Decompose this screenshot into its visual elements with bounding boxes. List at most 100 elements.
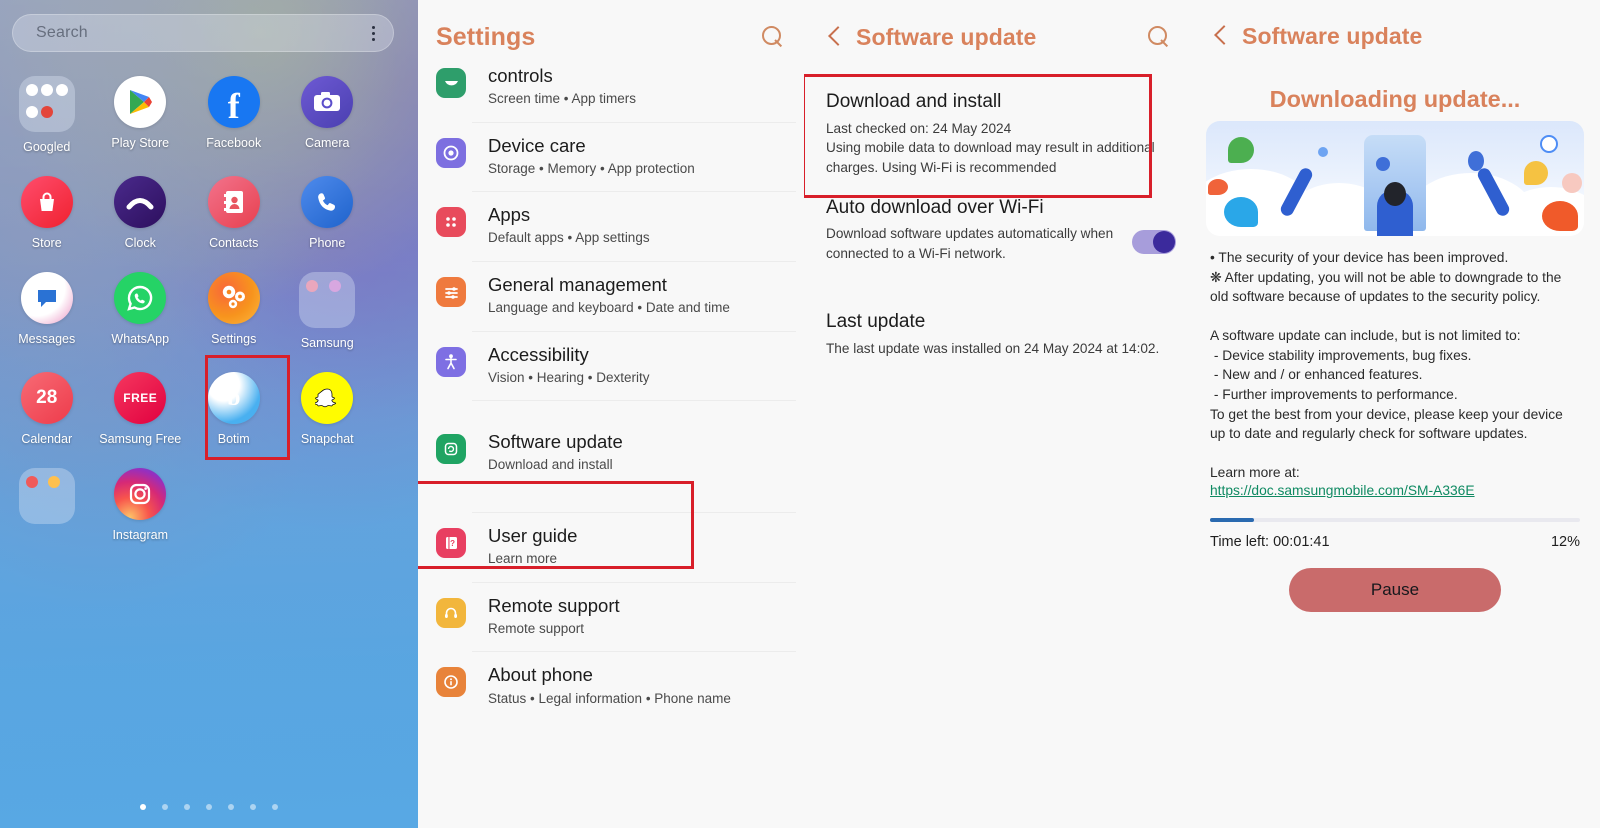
- settings-row-text: About phone Status • Legal information •…: [488, 663, 731, 707]
- app-icon-samsung-free[interactable]: FREE Samsung Free: [94, 372, 188, 446]
- software-update-panel: Software update Download and install Las…: [804, 0, 1190, 828]
- app-icon-camera[interactable]: Camera: [281, 76, 375, 154]
- app-icon-whatsapp[interactable]: WhatsApp: [94, 272, 188, 350]
- app-icon-facebook[interactable]: f Facebook: [187, 76, 281, 154]
- messages-icon: [20, 272, 73, 324]
- settings-row-subtitle: Learn more: [488, 551, 558, 567]
- settings-row-title: User guide: [488, 525, 578, 547]
- downloading-panel: Software update Downloading update... •: [1190, 0, 1600, 828]
- app-label: Messages: [18, 332, 76, 346]
- app-label: Snapchat: [300, 432, 354, 446]
- settings-row-subtitle: Download and install: [488, 457, 613, 473]
- download-title: Download and install: [826, 91, 1002, 112]
- download-and-install-row[interactable]: Download and install Last checked on: 24…: [804, 74, 1190, 186]
- media-folder-icon: [18, 468, 75, 524]
- calendar-icon: 28: [20, 372, 73, 424]
- settings-row-text: Accessibility Vision • Hearing • Dexteri…: [488, 343, 650, 387]
- app-grid: Googled Play Store f Facebook Camera Sto…: [0, 76, 418, 542]
- settings-row-device-care[interactable]: Device care Storage • Memory • App prote…: [418, 121, 804, 192]
- auto-download-row[interactable]: Auto download over Wi-Fi Download softwa…: [804, 186, 1190, 272]
- learn-more-link[interactable]: https://doc.samsungmobile.com/SM-A336E: [1210, 483, 1580, 498]
- app-icon-googled[interactable]: Googled: [0, 76, 94, 154]
- phone-icon: [301, 176, 354, 228]
- app-label: Clock: [124, 236, 156, 250]
- settings-row-title: Software update: [488, 431, 623, 453]
- settings-row-software-update[interactable]: Software update Download and install: [418, 400, 804, 512]
- app-icon-calendar[interactable]: 28 Calendar: [0, 372, 94, 446]
- user-guide-icon: ?: [436, 528, 466, 559]
- download-progress-meta: Time left: 00:01:41 12%: [1210, 534, 1580, 550]
- search-placeholder: Search: [36, 24, 88, 41]
- settings-panel: Settings controls Screen time • App time…: [418, 0, 804, 828]
- settings-row-accessibility[interactable]: Accessibility Vision • Hearing • Dexteri…: [418, 330, 804, 401]
- app-icon-samsung-folder[interactable]: Samsung: [281, 272, 375, 350]
- samsung-update-celebration-illustration: [1206, 121, 1584, 236]
- page-title: Settings: [436, 22, 536, 51]
- app-row: Messages WhatsApp Settings Samsung: [0, 272, 418, 350]
- info-icon: [436, 667, 466, 698]
- app-label: WhatsApp: [111, 332, 170, 346]
- app-icon-settings[interactable]: Settings: [187, 272, 281, 350]
- back-chevron-icon[interactable]: [822, 24, 848, 50]
- home-screen-panel: Search Googled Play Store f Facebook Cam…: [0, 0, 418, 828]
- search-bar[interactable]: Search: [12, 14, 394, 52]
- back-chevron-icon[interactable]: [1208, 23, 1234, 49]
- app-icon-store[interactable]: Store: [0, 176, 94, 250]
- auto-download-toggle[interactable]: [1132, 229, 1176, 254]
- page-indicator-dots[interactable]: [0, 804, 418, 810]
- app-icon-botim[interactable]: b Botim: [187, 372, 281, 446]
- settings-row-user-guide[interactable]: ? User guide Learn more: [418, 512, 804, 582]
- settings-row-apps[interactable]: Apps Default apps • App settings: [418, 191, 804, 261]
- page-title: Software update: [856, 23, 1037, 50]
- calendar-day-badge: 28: [36, 387, 58, 408]
- settings-row-subtitle: Remote support: [488, 620, 585, 636]
- auto-download-text: Auto download over Wi-Fi Download softwa…: [826, 196, 1122, 264]
- settings-row-title: Accessibility: [488, 343, 589, 365]
- settings-row-text: User guide Learn more: [488, 524, 577, 568]
- time-left-label: Time left: 00:01:41: [1210, 533, 1330, 550]
- search-icon[interactable]: [760, 24, 786, 50]
- settings-row-subtitle: Storage • Memory • App protection: [488, 160, 695, 176]
- app-label: Phone: [309, 236, 346, 250]
- app-row: 28 Calendar FREE Samsung Free b Botim Sn…: [0, 372, 418, 446]
- app-row: Instagram: [0, 468, 418, 542]
- device-care-icon: [436, 137, 466, 168]
- page-title: Software update: [1242, 22, 1423, 49]
- app-label: Samsung: [300, 336, 354, 350]
- settings-row-controls[interactable]: controls Screen time • App timers: [418, 65, 804, 122]
- accessibility-icon: [436, 346, 466, 377]
- apps-grid-icon: [436, 207, 466, 238]
- galaxy-store-icon: [20, 176, 73, 228]
- app-icon-media-folder[interactable]: [0, 468, 94, 542]
- app-icon-contacts[interactable]: Contacts: [187, 176, 281, 250]
- sliders-icon: [436, 277, 466, 308]
- digital-wellbeing-icon: [436, 68, 466, 98]
- pause-button[interactable]: Pause: [1289, 567, 1501, 612]
- search-icon[interactable]: [1146, 24, 1172, 50]
- last-update-row: Last update The last update was installe…: [804, 272, 1190, 366]
- app-icon-phone[interactable]: Phone: [281, 176, 375, 250]
- kebab-menu-icon[interactable]: [372, 26, 375, 41]
- settings-row-title: General management: [488, 274, 667, 296]
- app-label: Facebook: [206, 136, 262, 150]
- app-icon-messages[interactable]: Messages: [0, 272, 94, 350]
- app-icon-clock[interactable]: Clock: [94, 176, 188, 250]
- progress-percent-label: 12%: [1550, 533, 1580, 550]
- software-update-header: Software update: [804, 0, 1190, 74]
- app-icon-play-store[interactable]: Play Store: [94, 76, 188, 154]
- settings-list: controls Screen time • App timers Device…: [418, 65, 804, 721]
- app-row: Googled Play Store f Facebook Camera: [0, 76, 418, 154]
- app-icon-instagram[interactable]: Instagram: [94, 468, 188, 542]
- app-icon-snapchat[interactable]: Snapchat: [281, 372, 375, 446]
- app-label: Samsung Free: [99, 432, 182, 446]
- settings-row-general-management[interactable]: General management Language and keyboard…: [418, 261, 804, 331]
- settings-gear-icon: [207, 272, 260, 324]
- headset-icon: [436, 597, 466, 628]
- settings-row-text: General management Language and keyboard…: [488, 273, 730, 317]
- play-store-icon: [114, 76, 167, 128]
- snapchat-icon: [301, 372, 354, 424]
- clock-icon: [114, 176, 167, 228]
- settings-row-about-phone[interactable]: About phone Status • Legal information •…: [418, 651, 804, 721]
- download-note: Using mobile data to download may result…: [826, 140, 1155, 176]
- settings-row-remote-support[interactable]: Remote support Remote support: [418, 581, 804, 652]
